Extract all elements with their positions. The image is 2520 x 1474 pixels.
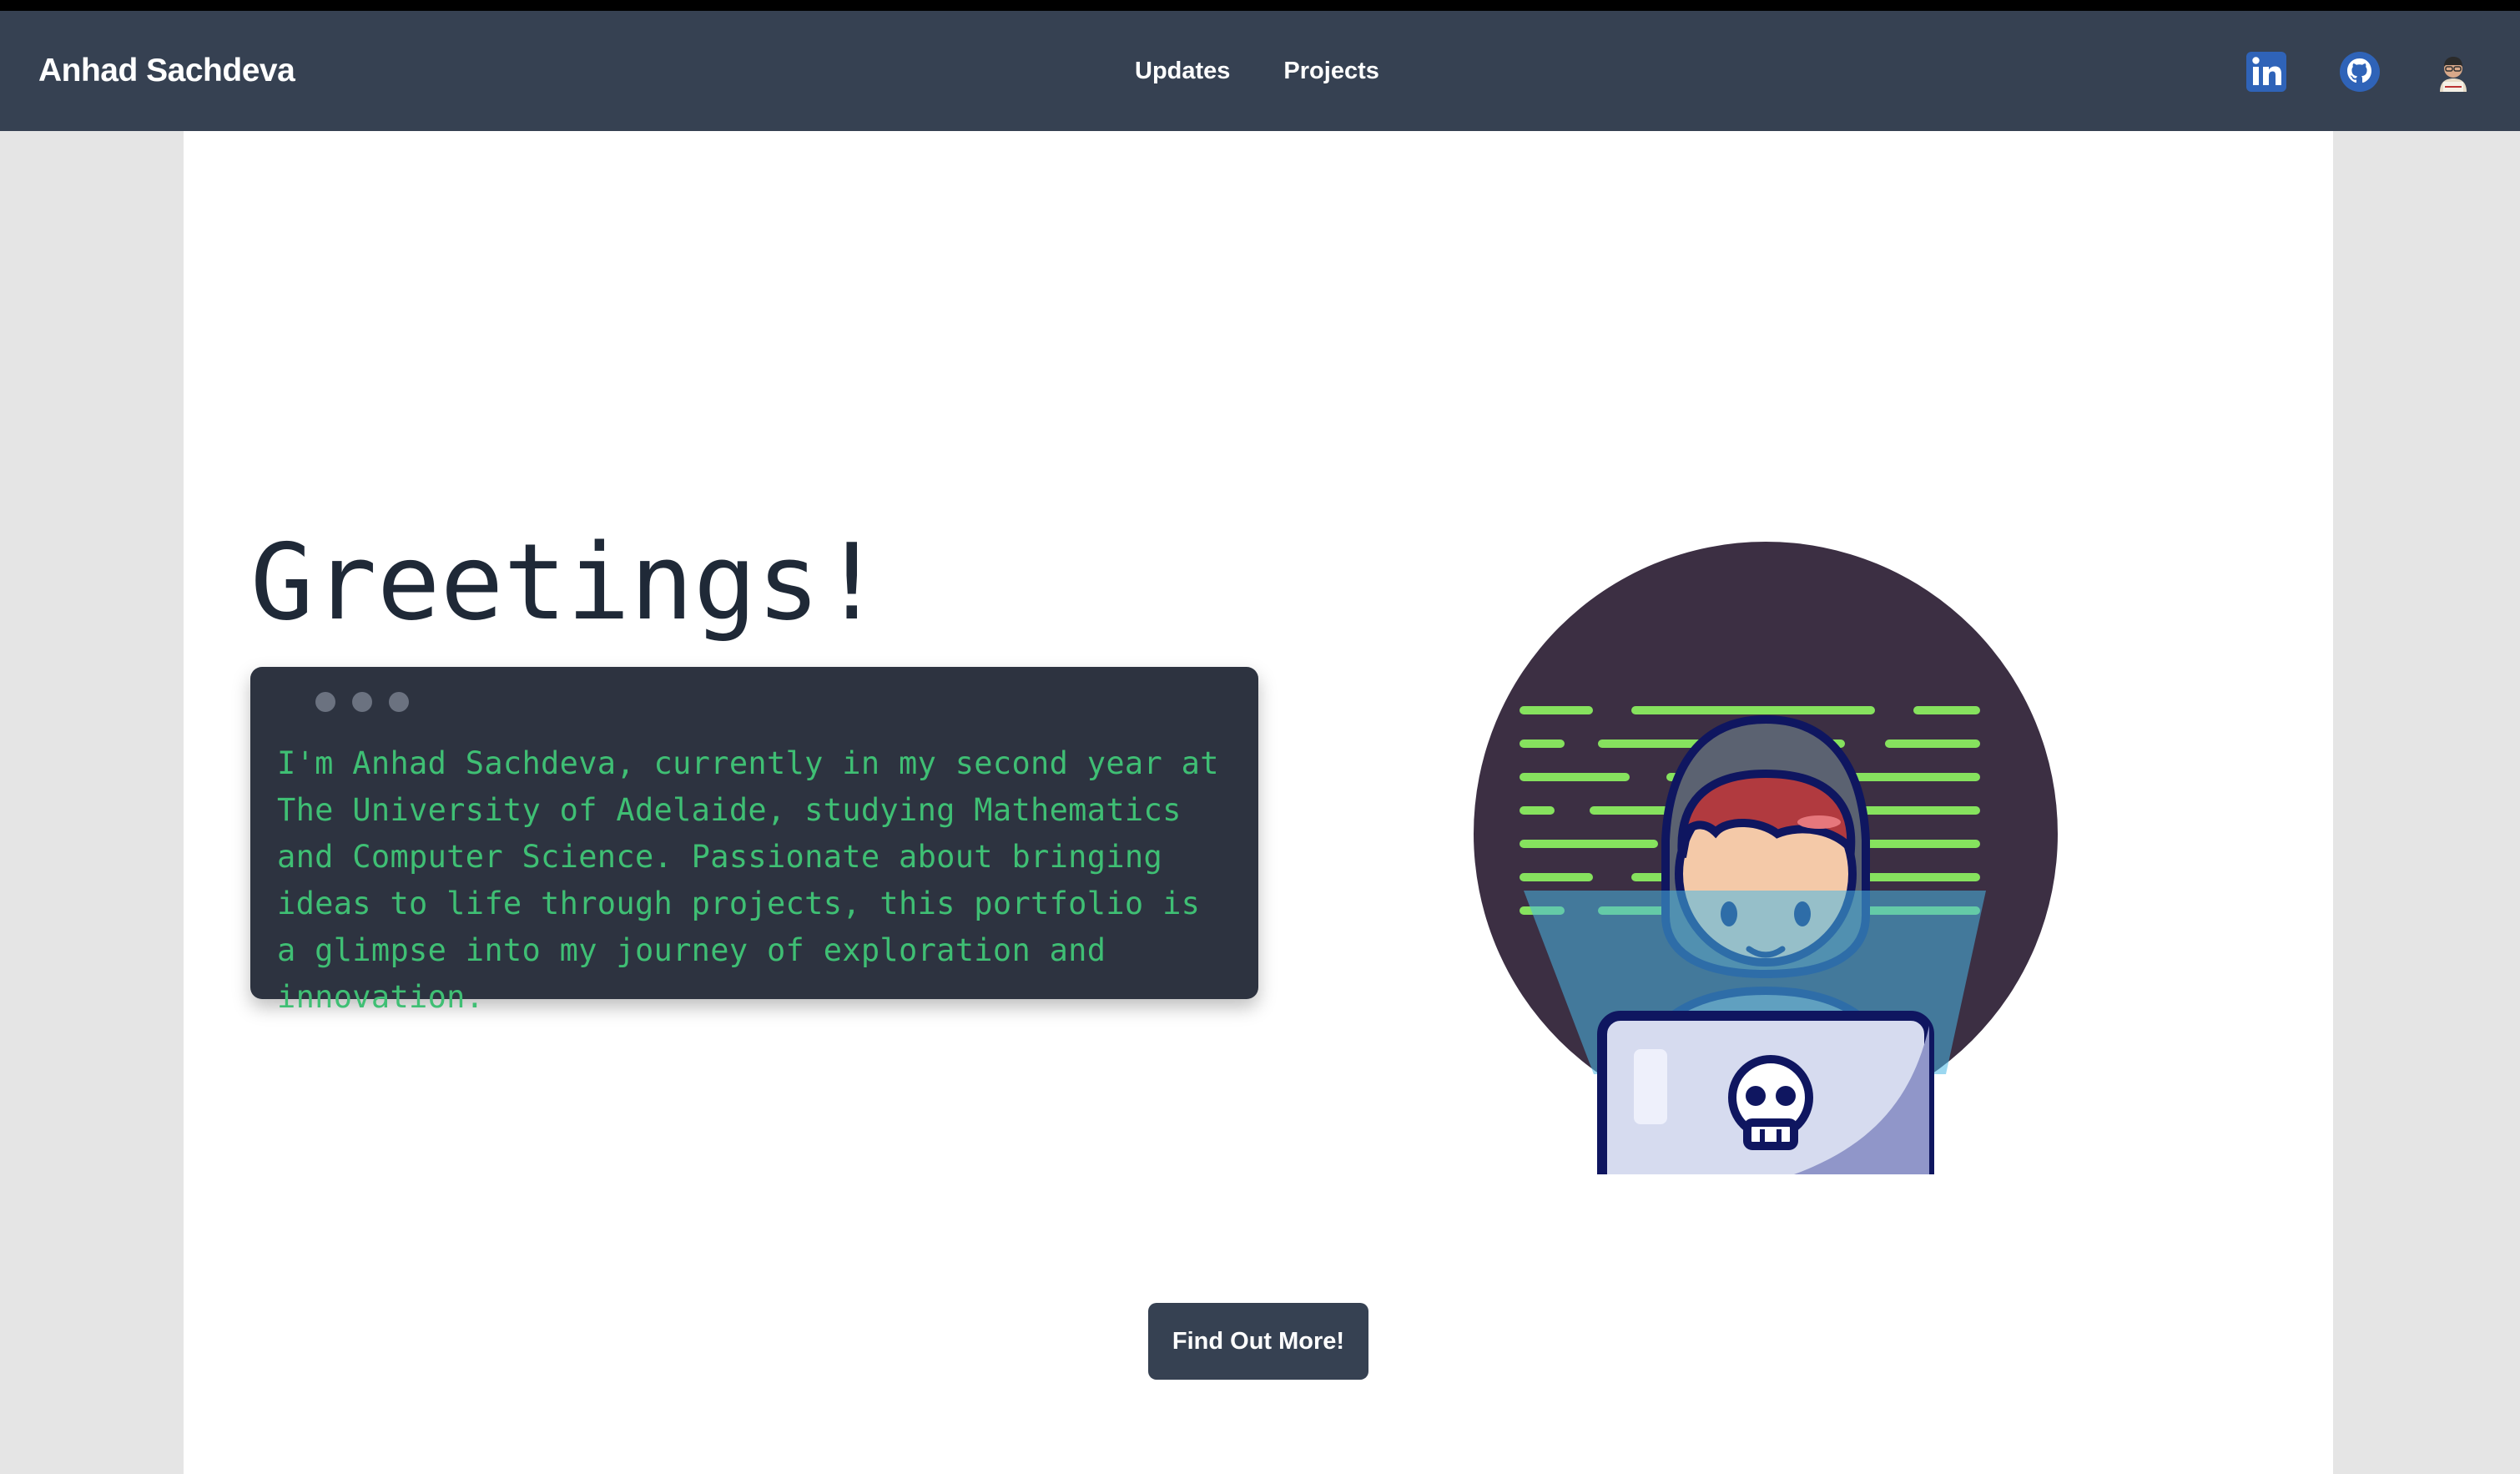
navbar: Anhad Sachdeva Updates Projects <box>0 11 2520 131</box>
nav-link-updates[interactable]: Updates <box>1135 58 1230 85</box>
top-strip <box>0 0 2520 11</box>
brand-link[interactable]: Anhad Sachdeva <box>38 11 295 131</box>
page-title: Greetings! <box>250 521 884 644</box>
avatar[interactable] <box>2432 50 2475 93</box>
bio-text: I'm Anhad Sachdeva, currently in my seco… <box>277 745 1219 1015</box>
main-content: Greetings! I'm Anhad Sachdeva, currently… <box>184 131 2333 1474</box>
terminal-dot <box>352 692 372 712</box>
nav-links: Updates Projects <box>1135 11 1379 131</box>
terminal-dot <box>315 692 335 712</box>
hacker-laptop-illustration <box>1469 406 2103 1273</box>
terminal-dot <box>389 692 409 712</box>
github-icon[interactable] <box>2338 50 2381 93</box>
terminal-dots <box>315 692 409 712</box>
nav-link-projects[interactable]: Projects <box>1283 58 1378 85</box>
find-out-more-button[interactable]: Find Out More! <box>1148 1303 1368 1380</box>
terminal-card: I'm Anhad Sachdeva, currently in my seco… <box>250 667 1258 1015</box>
linkedin-icon[interactable] <box>2245 50 2288 93</box>
